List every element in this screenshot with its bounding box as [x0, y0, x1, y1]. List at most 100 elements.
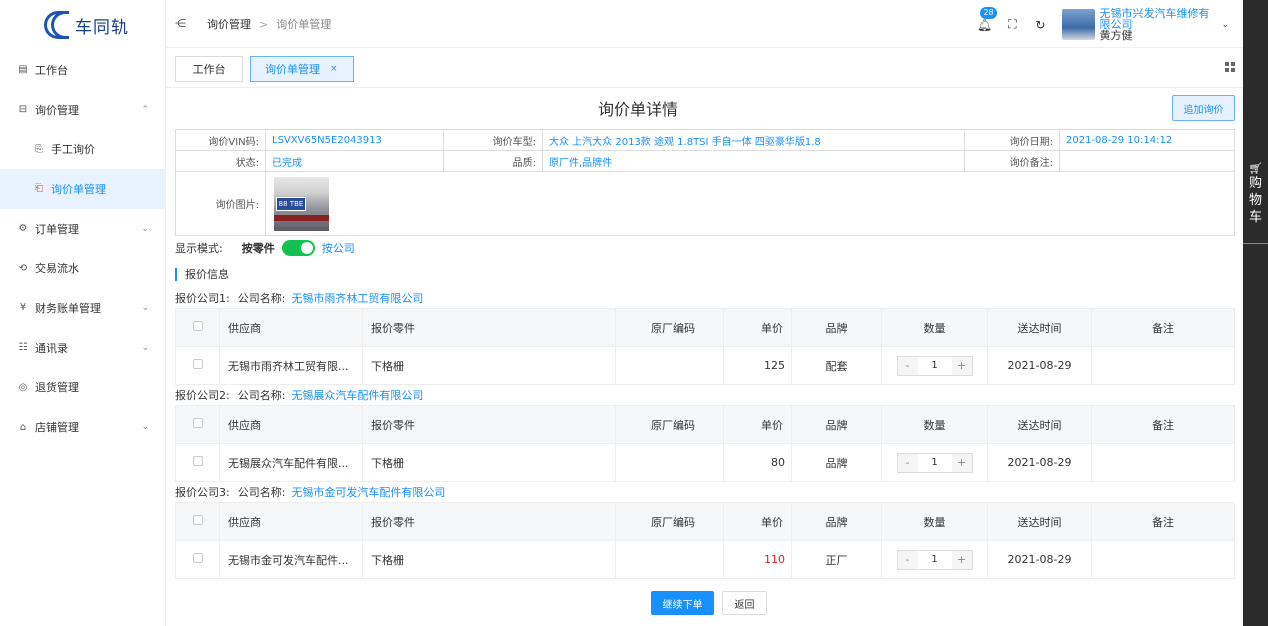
table-row: 无锡市雨齐林工贸有限... 下格栅 125 配套 -1 + 2021-08-29 [175, 346, 1235, 385]
select-all-checkbox[interactable] [192, 418, 203, 428]
quote-table: 供应商 报价零件 原厂编码 单价 品牌 数量 送达时间 备注 无锡市雨齐林工贸有… [175, 308, 1235, 385]
sidebar-item-orders[interactable]: ⚙ 订单管理 ⌄ [0, 209, 165, 249]
quantity-stepper[interactable]: -1 + [896, 549, 973, 570]
delivery-cell: 2021-08-29 [987, 443, 1092, 482]
col-supplier: 供应商 [219, 502, 363, 541]
col-part: 报价零件 [362, 405, 616, 444]
display-mode: 显示模式: 按零件 按公司 [175, 240, 355, 256]
grid-menu-icon[interactable] [1225, 62, 1235, 72]
back-button[interactable]: 返回 [722, 591, 767, 615]
row-checkbox[interactable] [192, 553, 203, 563]
company-name[interactable]: 无锡展众汽车配件有限公司 [291, 389, 423, 402]
col-remark: 备注 [1091, 502, 1235, 541]
row-checkbox[interactable] [192, 456, 203, 466]
decrement-button[interactable]: - [897, 550, 918, 569]
col-part: 报价零件 [362, 502, 616, 541]
inquiry-image[interactable]: 88 TBE [274, 176, 329, 231]
company-name[interactable]: 无锡市雨齐林工贸有限公司 [291, 292, 423, 305]
refresh-icon[interactable]: ↻ [1032, 17, 1048, 33]
mode-by-part[interactable]: 按零件 [242, 240, 275, 256]
sidebar-item-label: 询价管理 [35, 103, 79, 117]
shop-icon: ⌂ [19, 421, 27, 433]
sidebar-item-inquiry[interactable]: ⊟ 询价管理 ⌃ [0, 90, 165, 130]
decrement-button[interactable]: - [897, 356, 918, 375]
col-oem: 原厂编码 [615, 308, 724, 347]
bell-icon[interactable]: 🔔︎ 28 [976, 6, 997, 33]
quantity-stepper[interactable]: -1 + [896, 452, 973, 473]
quote-company-header: 报价公司1: 公司名称: 无锡市雨齐林工贸有限公司 [175, 290, 423, 306]
decrement-button[interactable]: - [897, 453, 918, 472]
increment-button[interactable]: + [951, 550, 972, 569]
avatar[interactable] [1062, 9, 1096, 40]
breadcrumb-current: 询价单管理 [276, 17, 332, 31]
supplier-cell: 无锡展众汽车配件有限... [219, 443, 363, 482]
chevron-down-icon: ⌄ [141, 342, 149, 353]
status-label: 状态: [175, 150, 266, 172]
col-delivery: 送达时间 [987, 502, 1092, 541]
part-cell: 下格栅 [362, 540, 616, 579]
image-label: 询价图片: [175, 171, 266, 236]
sidebar-item-inquiry-list[interactable]: ⎗ 询价单管理 [0, 169, 165, 209]
sidebar-item-label: 询价单管理 [51, 182, 106, 196]
quantity-value[interactable]: 1 [918, 457, 952, 468]
col-delivery: 送达时间 [987, 308, 1092, 347]
increment-button[interactable]: + [951, 356, 972, 375]
delivery-cell: 2021-08-29 [987, 346, 1092, 385]
tab-workbench[interactable]: 工作台 [175, 56, 243, 82]
chevron-down-icon: ⌄ [141, 223, 149, 234]
quantity-value[interactable]: 1 [918, 554, 952, 565]
logo-mark-icon [44, 11, 72, 39]
mode-by-company[interactable]: 按公司 [322, 240, 355, 256]
vin-value: LSVXV65N5E2043913 [265, 129, 444, 151]
chevron-down-icon[interactable]: ⌄ [1221, 20, 1229, 30]
company-name-label: 公司名称: [237, 292, 286, 305]
col-qty: 数量 [881, 308, 988, 347]
col-oem: 原厂编码 [615, 405, 724, 444]
supplier-cell: 无锡市雨齐林工贸有限... [219, 346, 363, 385]
sidebar-item-returns[interactable]: ◎ 退货管理 [0, 368, 165, 408]
logo[interactable]: 车同轨 [0, 0, 165, 50]
sidebar-item-workbench[interactable]: ▤ 工作台 [0, 50, 165, 90]
select-all-checkbox[interactable] [192, 321, 203, 331]
quantity-stepper[interactable]: -1 + [896, 355, 973, 376]
add-inquiry-button[interactable]: 追加询价 [1172, 95, 1235, 121]
close-icon[interactable]: × [330, 64, 338, 74]
row-checkbox[interactable] [192, 359, 203, 369]
breadcrumb-item[interactable]: 询价管理 [207, 18, 251, 31]
sidebar-item-finance[interactable]: ¥ 财务账单管理 ⌄ [0, 288, 165, 328]
quantity-value[interactable]: 1 [918, 360, 952, 371]
collapse-menu-icon[interactable]: ⋲ [175, 17, 187, 30]
col-part: 报价零件 [362, 308, 616, 347]
continue-order-button[interactable]: 继续下单 [651, 591, 714, 615]
remark-cell [1091, 346, 1235, 385]
sidebar-item-label: 订单管理 [35, 222, 79, 236]
header-actions: 🔔︎ 28 ⛶ ↻ 无锡市兴发汽车维修有限公司 黄方健 ⌄ [964, 6, 1229, 41]
inquiry-icon: ⊟ [18, 104, 28, 116]
sidebar-item-manual-inquiry[interactable]: ⎘ 手工询价 [0, 129, 165, 169]
table-row: 无锡市金可发汽车配件... 下格栅 110 正厂 -1 + 2021-08-29 [175, 540, 1235, 579]
sidebar-item-contacts[interactable]: ☷ 通讯录 ⌄ [0, 328, 165, 368]
manual-inquiry-icon: ⎘ [35, 143, 43, 155]
sidebar-item-shop[interactable]: ⌂ 店铺管理 ⌄ [0, 407, 165, 447]
sidebar-item-transactions[interactable]: ⟲ 交易流水 [0, 248, 165, 288]
cart-icon: 🛒︎ [1248, 162, 1263, 175]
col-price: 单价 [723, 308, 792, 347]
chevron-down-icon: ⌄ [141, 422, 149, 433]
remark-value [1059, 150, 1235, 172]
sidebar-item-label: 工作台 [35, 63, 68, 77]
quality-label: 品质: [443, 150, 543, 172]
display-mode-label: 显示模式: [175, 242, 223, 255]
page-title: 询价单详情 [597, 100, 678, 119]
display-mode-toggle[interactable] [281, 240, 315, 256]
sidebar-item-label: 交易流水 [35, 262, 79, 276]
tab-inquiry-list[interactable]: 询价单管理 × [250, 56, 354, 82]
col-supplier: 供应商 [219, 405, 363, 444]
cart-char: 物 [1248, 193, 1262, 208]
fullscreen-icon[interactable]: ⛶ [1004, 17, 1020, 33]
quote-company-header: 报价公司2: 公司名称: 无锡展众汽车配件有限公司 [175, 387, 423, 403]
cart-button[interactable]: 🛒︎ 购 物 车 [1243, 158, 1268, 244]
company-name[interactable]: 无锡市金可发汽车配件有限公司 [291, 486, 445, 499]
increment-button[interactable]: + [951, 453, 972, 472]
user-info[interactable]: 无锡市兴发汽车维修有限公司 黄方健 [1099, 8, 1217, 41]
select-all-checkbox[interactable] [192, 515, 203, 525]
